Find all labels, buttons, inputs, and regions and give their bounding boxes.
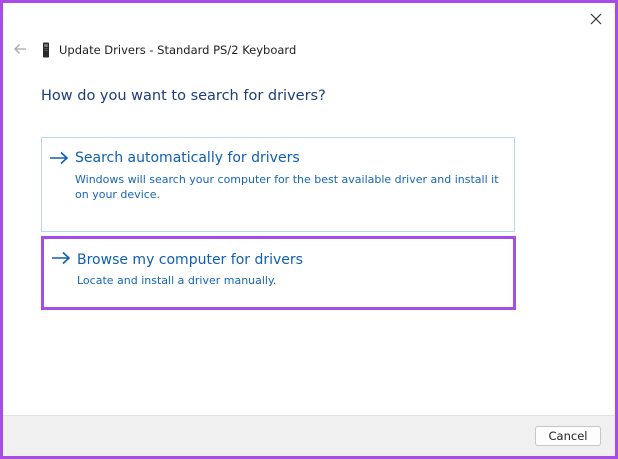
page-heading: How do you want to search for drivers? xyxy=(41,88,326,104)
dialog-header: Update Drivers - Standard PS/2 Keyboard xyxy=(41,39,296,61)
browse-computer-option[interactable]: Browse my computer for drivers Locate an… xyxy=(41,236,516,310)
option-title: Browse my computer for drivers xyxy=(77,252,303,268)
back-arrow-icon xyxy=(14,44,26,54)
arrow-right-icon xyxy=(52,251,71,265)
option-description: Windows will search your computer for th… xyxy=(75,173,499,201)
search-automatically-option[interactable]: Search automatically for drivers Windows… xyxy=(41,137,515,232)
close-icon xyxy=(590,13,602,25)
option-description: Locate and install a driver manually. xyxy=(77,274,277,287)
arrow-right-icon xyxy=(50,151,69,165)
dialog-footer: Cancel xyxy=(3,415,615,456)
back-button[interactable] xyxy=(10,39,30,59)
update-drivers-dialog: Update Drivers - Standard PS/2 Keyboard … xyxy=(3,3,615,456)
dialog-title: Update Drivers - Standard PS/2 Keyboard xyxy=(59,43,297,57)
option-title: Search automatically for drivers xyxy=(75,150,300,166)
keyboard-device-icon xyxy=(43,42,49,58)
cancel-button[interactable]: Cancel xyxy=(535,426,601,446)
close-button[interactable] xyxy=(581,5,611,33)
